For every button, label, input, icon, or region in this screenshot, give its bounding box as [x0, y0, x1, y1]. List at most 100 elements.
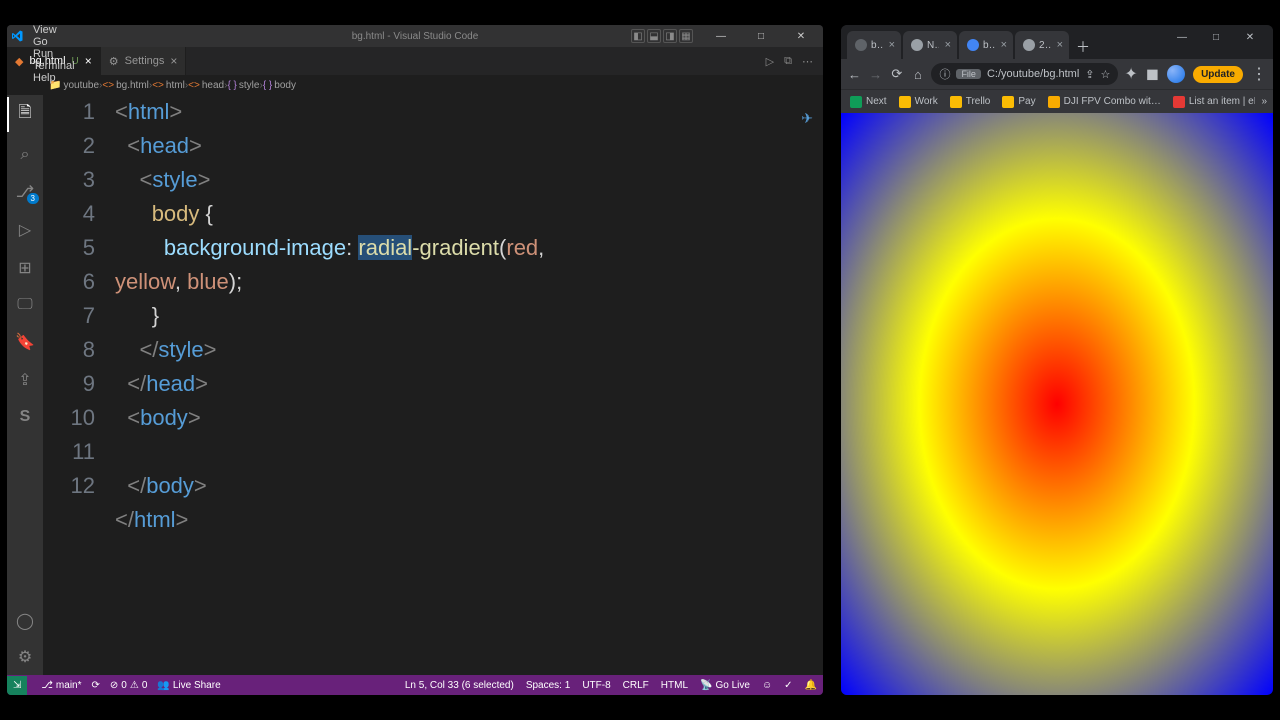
close-tab-icon[interactable]: ×	[1057, 39, 1063, 51]
git-branch[interactable]: ⎇ main*	[41, 680, 81, 691]
tab-label: Settings	[125, 55, 165, 67]
breadcrumb[interactable]: 📁youtube›<>bg.html›<>html›<>head›{ }styl…	[7, 75, 823, 95]
bookmark-item[interactable]: List an item | eBay	[1170, 94, 1256, 110]
run-icon[interactable]: ▷	[766, 55, 774, 68]
run-debug-icon[interactable]: ▷	[7, 220, 43, 240]
toggle-panel-left-icon[interactable]: ◧	[631, 29, 645, 43]
cursor-position[interactable]: Ln 5, Col 33 (6 selected)	[405, 680, 514, 691]
explorer-icon[interactable]: 🗎	[7, 101, 43, 128]
close-tab-icon[interactable]: ×	[889, 39, 895, 51]
chrome-minimize-button[interactable]: ―	[1165, 25, 1199, 49]
forward-button[interactable]: →	[868, 67, 883, 82]
share-icon[interactable]: ⇪	[7, 370, 43, 390]
page-viewport	[841, 113, 1273, 695]
search-icon[interactable]: ⌕	[7, 146, 43, 164]
browser-tab[interactable]: back×	[959, 31, 1013, 59]
bookmark-item[interactable]: Trello	[947, 94, 994, 110]
menu-run[interactable]: Run	[27, 48, 84, 60]
go-live[interactable]: 📡 Go Live	[700, 680, 750, 691]
layout-controls[interactable]: ◧ ⬓ ◨ ▦	[631, 29, 693, 43]
bookmark-item[interactable]: Next	[847, 94, 890, 110]
close-tab-icon[interactable]: ×	[170, 54, 177, 68]
code-editor[interactable]: 123456789101112 <html> <head> <style> bo…	[43, 95, 823, 675]
encoding[interactable]: UTF-8	[582, 680, 610, 691]
minimize-button[interactable]: ―	[703, 25, 739, 47]
breadcrumb-icon: <>	[152, 80, 164, 91]
vscode-tabs: ◆bg.htmlU×⚙Settings× ▷ ⧉ ⋯	[7, 47, 823, 75]
toggle-panel-bottom-icon[interactable]: ⬓	[647, 29, 661, 43]
browser-tab[interactable]: 2Qs ×	[1015, 31, 1069, 59]
new-tab-button[interactable]: ＋	[1071, 35, 1095, 59]
extensions-puzzle-icon[interactable]: ✦	[1124, 64, 1137, 84]
close-button[interactable]: ✕	[783, 25, 819, 47]
breadcrumb-item[interactable]: <>html	[152, 80, 185, 91]
notifications-icon[interactable]: 🔔	[805, 680, 817, 691]
bookmarks-overflow-icon[interactable]: »	[1261, 96, 1267, 107]
breadcrumb-item[interactable]: { }body	[263, 80, 296, 91]
split-editor-icon[interactable]: ⧉	[784, 55, 792, 68]
menu-view[interactable]: View	[27, 25, 84, 36]
remote-explorer-icon[interactable]: 🖵	[7, 296, 43, 314]
customize-layout-icon[interactable]: ▦	[679, 29, 693, 43]
bookmark-icon[interactable]: 🔖	[7, 332, 43, 352]
close-tab-icon[interactable]: ×	[85, 54, 92, 68]
letter-s-icon[interactable]: S	[7, 408, 43, 426]
editor-tab[interactable]: ⚙ Settings ×	[101, 47, 187, 75]
bookmark-item[interactable]: DJI FPV Combo wit…	[1045, 94, 1164, 110]
vscode-menubar: FileEditSelectionViewGoRunTerminalHelp b…	[7, 25, 823, 47]
sync-icon[interactable]: ⟳	[92, 680, 100, 691]
chrome-close-button[interactable]: ✕	[1233, 25, 1267, 49]
toggle-panel-right-icon[interactable]: ◨	[663, 29, 677, 43]
accounts-icon[interactable]: ◯	[7, 611, 43, 631]
profile-avatar[interactable]	[1167, 65, 1185, 83]
home-button[interactable]: ⌂	[910, 67, 925, 82]
feedback-icon[interactable]: ☺	[762, 680, 772, 691]
extension-icon[interactable]: ◼	[1146, 64, 1159, 84]
breadcrumb-item[interactable]: <>head	[188, 80, 224, 91]
prettier-icon[interactable]: ✓	[784, 680, 792, 691]
breadcrumb-item[interactable]: <>bg.html	[102, 80, 148, 91]
breadcrumb-icon: <>	[188, 80, 200, 91]
live-share[interactable]: 👥 Live Share	[157, 680, 220, 691]
eol[interactable]: CRLF	[623, 680, 649, 691]
settings-gear-icon[interactable]: ⚙	[7, 647, 43, 667]
source-control-icon[interactable]: ⎇3	[7, 182, 43, 202]
update-button[interactable]: Update	[1193, 66, 1243, 83]
favicon	[855, 39, 867, 51]
remote-indicator[interactable]: ⇲	[7, 676, 27, 695]
bookmark-item[interactable]: Work	[896, 94, 941, 110]
vscode-window-title: bg.html - Visual Studio Code	[352, 31, 479, 42]
address-bar[interactable]: ⓘ File C:/youtube/bg.html ⇪ ☆	[931, 63, 1118, 85]
problems[interactable]: ⊘ 0 ⚠ 0	[110, 680, 147, 691]
chrome-menu-icon[interactable]: ⋮	[1251, 64, 1267, 84]
maximize-button[interactable]: □	[743, 25, 779, 47]
bookmark-favicon	[1173, 96, 1185, 108]
chrome-maximize-button[interactable]: □	[1199, 25, 1233, 49]
indent[interactable]: Spaces: 1	[526, 680, 570, 691]
bookmark-star-icon[interactable]: ☆	[1101, 68, 1111, 81]
minimap-decoration-icon: ✈	[801, 101, 813, 135]
close-tab-icon[interactable]: ×	[945, 39, 951, 51]
share-page-icon[interactable]: ⇪	[1085, 68, 1094, 81]
more-actions-icon[interactable]: ⋯	[802, 55, 813, 68]
extensions-icon[interactable]: ⊞	[7, 258, 43, 278]
bookmark-item[interactable]: Pay	[999, 94, 1038, 110]
breadcrumb-icon: <>	[102, 80, 114, 91]
chrome-toolbar: ← → ⟳ ⌂ ⓘ File C:/youtube/bg.html ⇪ ☆ ✦ …	[841, 59, 1273, 89]
close-tab-icon[interactable]: ×	[1001, 39, 1007, 51]
browser-tab[interactable]: bg.h×	[847, 31, 901, 59]
language-mode[interactable]: HTML	[661, 680, 688, 691]
breadcrumb-item[interactable]: { }style	[227, 80, 259, 91]
chrome-window: bg.h×New×back× 2Qs × ＋ ― □ ✕ ← → ⟳ ⌂ ⓘ Fil…	[841, 25, 1273, 695]
tab-title: 2Qs	[1039, 40, 1051, 51]
gear-icon: ⚙	[109, 55, 119, 68]
menu-go[interactable]: Go	[27, 36, 84, 48]
browser-tab[interactable]: New×	[903, 31, 957, 59]
menu-terminal[interactable]: Terminal	[27, 60, 84, 72]
favicon	[967, 39, 979, 51]
page-info-icon[interactable]: ⓘ	[939, 66, 950, 82]
back-button[interactable]: ←	[847, 67, 862, 82]
vscode-logo-icon	[7, 30, 27, 42]
reload-button[interactable]: ⟳	[889, 66, 904, 82]
menu-help[interactable]: Help	[27, 72, 84, 84]
